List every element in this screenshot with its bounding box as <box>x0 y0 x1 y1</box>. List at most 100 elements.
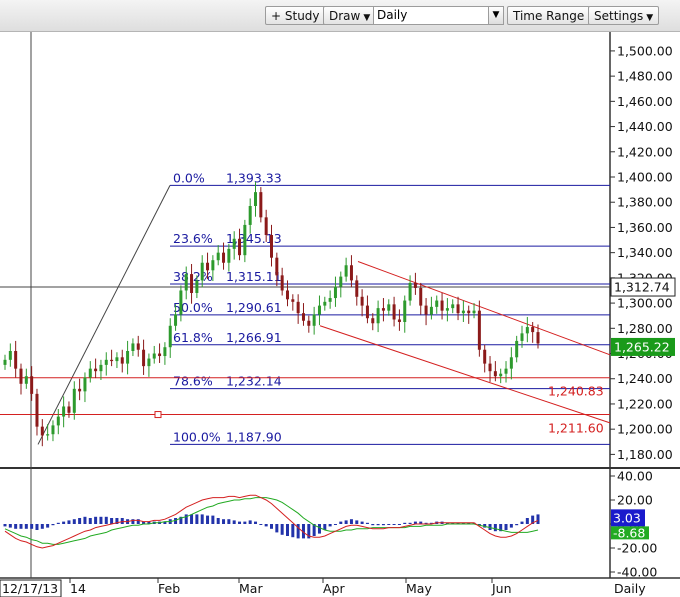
x-tick-label: Feb <box>158 581 180 596</box>
candle-body <box>323 301 327 306</box>
candle-body <box>110 359 114 362</box>
histogram-bar <box>206 515 210 524</box>
draw-menu-button[interactable]: Draw ▼ <box>323 6 377 25</box>
x-tick-label: Apr <box>323 581 345 596</box>
candle-body <box>472 310 476 314</box>
histogram-bar <box>46 524 50 528</box>
x-tick-label: Mar <box>239 581 263 596</box>
candle-body <box>206 262 210 271</box>
histogram-bar <box>515 524 519 526</box>
candle-body <box>3 359 7 365</box>
candle-body <box>8 351 12 360</box>
candle-body <box>163 347 167 357</box>
candle-body <box>317 305 321 315</box>
candle-body <box>104 359 108 365</box>
histogram-bar <box>243 521 247 524</box>
candle-body <box>509 357 513 369</box>
chevron-down-icon[interactable]: ▼ <box>488 7 503 24</box>
histogram-bar <box>35 524 39 530</box>
y-tick-label: 1,420.00 <box>617 144 673 159</box>
fib-level-value: 1,232.14 <box>226 374 282 389</box>
period-select[interactable]: Daily ▼ <box>373 6 504 25</box>
fib-level-value: 1,187.90 <box>226 429 282 444</box>
candle-body <box>83 377 87 392</box>
y-tick-label: 1,400.00 <box>617 170 673 185</box>
histogram-bar <box>254 521 258 524</box>
candle-body <box>232 238 236 249</box>
candle-body <box>222 252 226 263</box>
add-study-button[interactable]: + Study <box>265 6 326 25</box>
candle-body <box>403 300 407 322</box>
candle-body <box>515 340 519 358</box>
histogram-bar <box>355 520 359 524</box>
candle-body <box>456 304 460 314</box>
caret-down-icon: ▼ <box>363 13 371 23</box>
support-line-label: 1,240.83 <box>548 384 604 399</box>
fib-level-value: 1,266.91 <box>226 330 282 345</box>
candle-body <box>493 371 497 377</box>
y-tick-label: 1,360.00 <box>617 220 673 235</box>
candle-body <box>499 373 503 377</box>
histogram-bar <box>83 516 87 524</box>
histogram-bar <box>99 516 103 524</box>
histogram-bar <box>376 524 380 526</box>
candle-body <box>355 280 359 297</box>
histogram-bar <box>248 520 252 524</box>
candle-body <box>142 349 146 367</box>
price-chart[interactable]: 1,500.00 1,480.00 1,460.00 1,440.00 1,420.00… <box>0 31 680 597</box>
histogram-bar <box>222 519 226 524</box>
candle-body <box>312 314 316 326</box>
candle-body <box>147 358 151 367</box>
histogram-bar <box>397 524 401 525</box>
histogram-bar <box>365 522 369 524</box>
macd-y-tick-label: -40.00 <box>617 565 657 580</box>
histogram-bar <box>408 522 412 524</box>
line-handle[interactable] <box>154 411 162 419</box>
histogram-bar <box>104 516 108 524</box>
candle-body <box>131 343 135 351</box>
histogram-bar <box>504 524 508 530</box>
x-tick-label: Jun <box>491 581 512 596</box>
candle-body <box>200 262 204 281</box>
histogram-bar <box>339 521 343 524</box>
histogram-bar <box>520 521 524 524</box>
histogram-bar <box>371 524 375 526</box>
add-study-label: + Study <box>271 9 320 23</box>
candle-body <box>483 349 487 364</box>
histogram-bar <box>525 518 529 524</box>
candle-body <box>19 368 23 384</box>
macd-y-tick-label: 40.00 <box>617 469 653 484</box>
histogram-bar <box>56 522 60 524</box>
candle-body <box>126 351 130 364</box>
settings-label: Settings <box>594 9 644 23</box>
histogram-bar <box>392 524 396 525</box>
candle-body <box>429 306 433 315</box>
histogram-bar <box>285 524 289 536</box>
candle-body <box>270 235 273 258</box>
crosshair-date-label: 12/17/13 <box>2 581 58 596</box>
chart-toolbar: + Study Draw ▼ Daily ▼ Time Range Settings… <box>0 0 680 32</box>
histogram-bar <box>536 514 540 524</box>
candle-body <box>536 332 540 344</box>
histogram-bar <box>14 524 18 529</box>
candle-body <box>179 290 183 315</box>
candle-body <box>360 296 364 306</box>
price-panel <box>0 32 680 467</box>
candle-body <box>115 357 119 362</box>
candle-body <box>211 260 215 271</box>
candle-body <box>328 298 332 302</box>
candle-body <box>461 310 465 314</box>
fib-level-percent: 61.8% <box>173 330 213 345</box>
y-tick-label: 1,300.00 <box>617 296 673 311</box>
y-tick-label: 1,220.00 <box>617 396 673 411</box>
fib-level-value: 1,393.33 <box>226 170 282 185</box>
candle-body <box>243 224 247 256</box>
candle-body <box>227 248 231 263</box>
candle-body <box>78 388 82 392</box>
settings-menu-button[interactable]: Settings ▼ <box>588 6 660 25</box>
candle-body <box>248 206 252 225</box>
histogram-bar <box>216 518 220 524</box>
candle-body <box>67 406 71 413</box>
crosshair-price-label: 1,312.74 <box>614 280 670 295</box>
time-range-button[interactable]: Time Range <box>507 6 591 25</box>
